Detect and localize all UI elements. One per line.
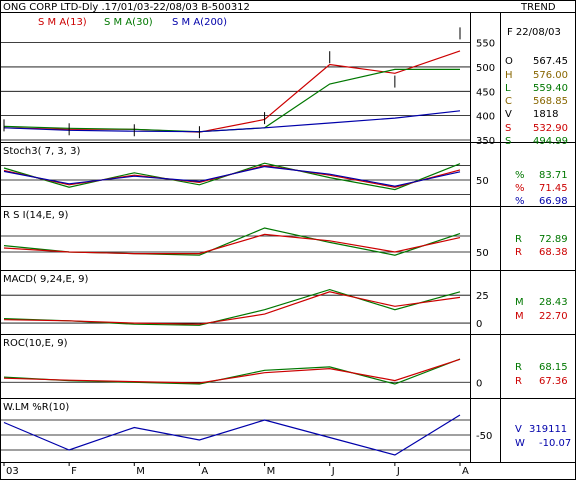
roc-value: 68.15 [539,362,568,373]
readout-key-volume: V [505,109,512,120]
rsi-value: 72.89 [539,234,568,245]
stochastic-tick-label: 50 [476,176,489,187]
wlm-label: W.LM %R(10) [3,402,69,413]
price-tick-label: 350 [476,136,495,147]
wlm-r-key: W [515,438,525,449]
roc-series-signal [3,358,461,384]
macd-signal-key: M [515,311,524,322]
axis-ticks: 550 500 450 400 350 50 50 25 0 0 -50 [476,39,495,442]
readout-value-volume: 1818 [533,109,558,120]
legend-sma13: S M A(13) [38,17,87,28]
stoch-label: Stoch3( 7, 3, 3) [3,146,80,157]
macd-tick-label: 0 [476,319,482,330]
stoch-value-s: 66.98 [539,196,568,207]
stochastic-series--s [3,165,461,187]
readout-key-sma30: S [505,136,511,147]
readout-key-high: H [505,70,513,81]
macd-label: MACD( 9,24,E, 9) [3,274,89,285]
rsi-series-signal [3,233,461,255]
stoch-value-k: 83.71 [539,170,568,181]
trend-label: TREND [520,2,556,13]
wlm-r-value: -10.07 [539,438,571,449]
price-readout: O 567.45 H 576.00 L 559.40 C 568.85 V 18… [505,56,568,147]
stoch-value-d: 71.45 [539,183,568,194]
readout-value-high: 576.00 [533,70,568,81]
roc-signal-key: R [515,376,522,387]
readout-key-close: C [505,96,512,107]
price-series-s-m-a-30- [3,68,460,133]
readout-key-open: O [505,56,513,67]
macd-key: M [515,297,524,308]
readout-value-low: 559.40 [533,83,568,94]
wlm-volume-value: 319111 [529,424,567,435]
price-tick-label: 500 [476,63,495,74]
macd-readout: M 28.43 M 22.70 [515,297,568,322]
rsi-readout: R 72.89 R 68.38 [515,234,568,258]
price-tick-label: 400 [476,112,495,123]
x-tick-label: M [267,466,276,477]
rsi-tick-label: 50 [476,248,489,259]
williams-tick-label: -50 [476,431,492,442]
x-tick-label: A [201,466,208,477]
x-tick-label: J [396,466,400,477]
macd-value: 28.43 [539,297,568,308]
x-tick-label: A [462,466,469,477]
stoch-readout: % 83.71 % 71.45 % 66.98 [515,170,568,207]
rsi-key: R [515,234,522,245]
readout-value-sma13: 532.90 [533,123,568,134]
readout-value-close: 568.85 [533,96,568,107]
readout-key-low: L [505,83,511,94]
technical-chart: ONG CORP LTD-Dly .17/01/03-22/08/03 B-50… [0,0,576,480]
x-tick-label: M [136,466,145,477]
stoch-key-s: % [515,196,525,207]
readout-key-sma13: S [505,123,511,134]
stoch-key-d: % [515,183,525,194]
legend-sma30: S M A(30) [104,17,153,28]
roc-signal-value: 67.36 [539,376,568,387]
macd-signal-value: 22.70 [539,311,568,322]
date-readout: F 22/08/03 [507,27,561,38]
roc-key: R [515,362,522,373]
x-tick-label: J [331,466,335,477]
roc-tick-label: 0 [476,378,482,389]
roc-label: ROC(10,E, 9) [3,338,68,349]
chart-marks [0,27,470,456]
price-tick-label: 450 [476,87,495,98]
readout-value-sma30: 494.99 [533,136,568,147]
macd-series-signal [3,291,461,325]
roc-readout: R 68.15 R 67.36 [515,362,568,387]
readout-value-open: 567.45 [533,56,568,67]
chart-title: ONG CORP LTD-Dly .17/01/03-22/08/03 B-50… [3,2,250,13]
stoch-key-k: % [515,170,525,181]
rsi-signal-value: 68.38 [539,247,568,258]
rsi-label: R S I(14,E, 9) [3,210,68,221]
wlm-readout: V 319111 W -10.07 [515,424,571,449]
legend-sma200: S M A(200) [172,17,227,28]
x-tick-label: F [71,466,77,477]
wlm-volume-key: V [515,424,522,435]
x-axis: 03 F M A M J J A [3,462,469,477]
price-tick-label: 550 [476,39,495,50]
x-tick-label: 03 [6,466,19,477]
rsi-signal-key: R [515,247,522,258]
macd-tick-label: 25 [476,291,489,302]
